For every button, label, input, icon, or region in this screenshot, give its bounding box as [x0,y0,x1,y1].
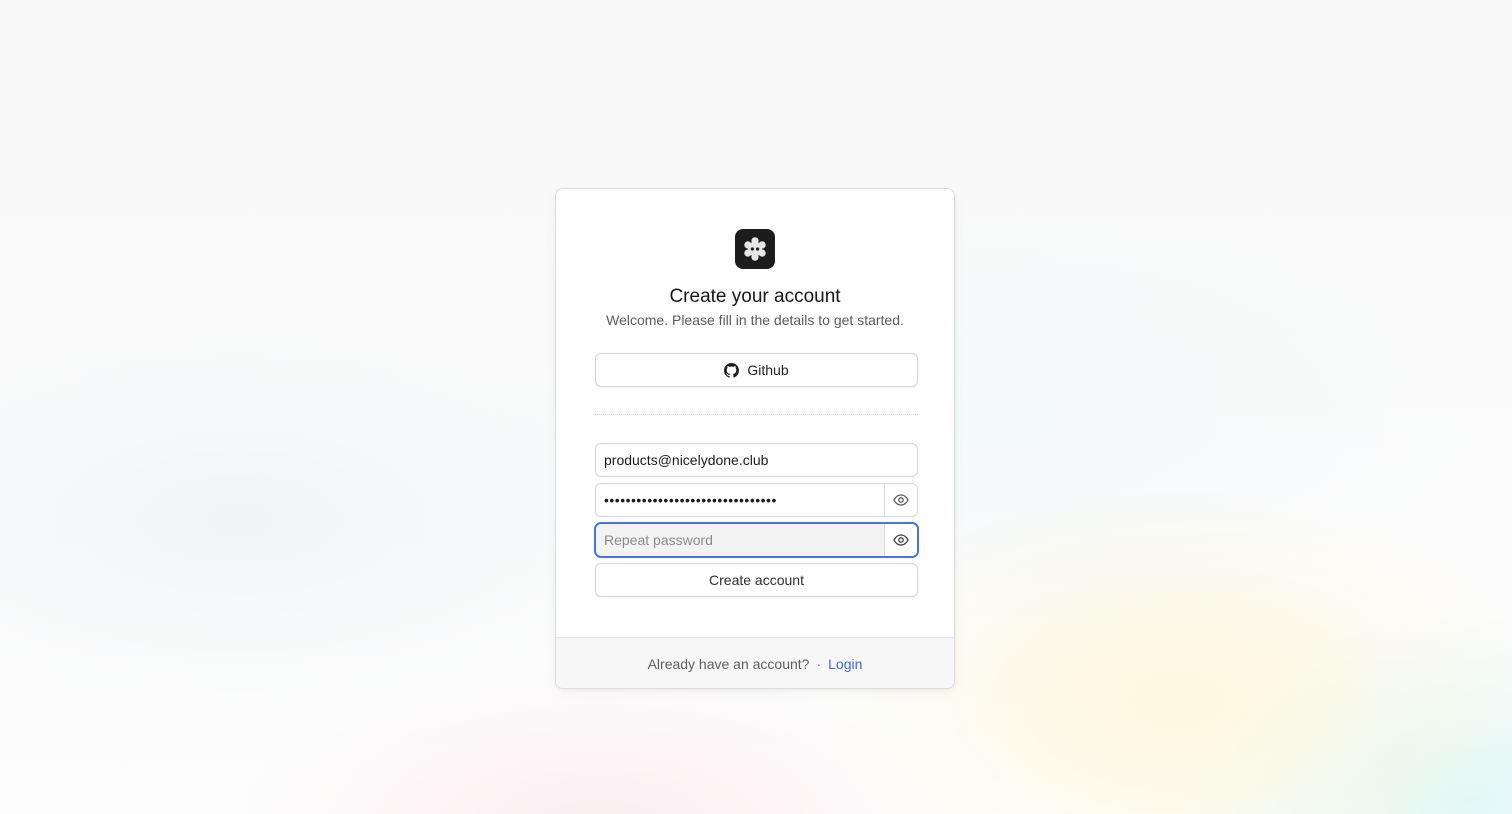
divider [595,414,918,415]
email-field[interactable] [596,444,917,476]
password-field-wrapper [595,483,918,517]
github-icon [724,362,740,378]
show-password-toggle[interactable] [884,484,917,516]
email-field-wrapper [595,443,918,477]
repeat-password-field-wrapper [595,523,918,557]
gear-icon [742,236,768,262]
signup-card: Create your account Welcome. Please fill… [555,188,955,689]
github-signin-button[interactable]: Github [595,353,918,387]
app-logo [735,229,775,269]
signup-card-footer: Already have an account? · Login [556,638,954,688]
create-account-button[interactable]: Create account [595,563,918,597]
signup-card-body: Create your account Welcome. Please fill… [556,189,954,638]
page-subtitle: Welcome. Please fill in the details to g… [606,312,904,328]
login-link[interactable]: Login [828,656,862,672]
eye-icon [893,534,909,546]
eye-icon [893,494,909,506]
login-prompt: Already have an account? [647,656,810,672]
github-button-label: Github [747,362,789,378]
password-field[interactable] [596,484,884,516]
footer-separator: · [816,656,822,672]
page-title: Create your account [669,286,841,307]
show-repeat-password-toggle[interactable] [884,524,917,556]
repeat-password-field[interactable] [596,524,884,556]
